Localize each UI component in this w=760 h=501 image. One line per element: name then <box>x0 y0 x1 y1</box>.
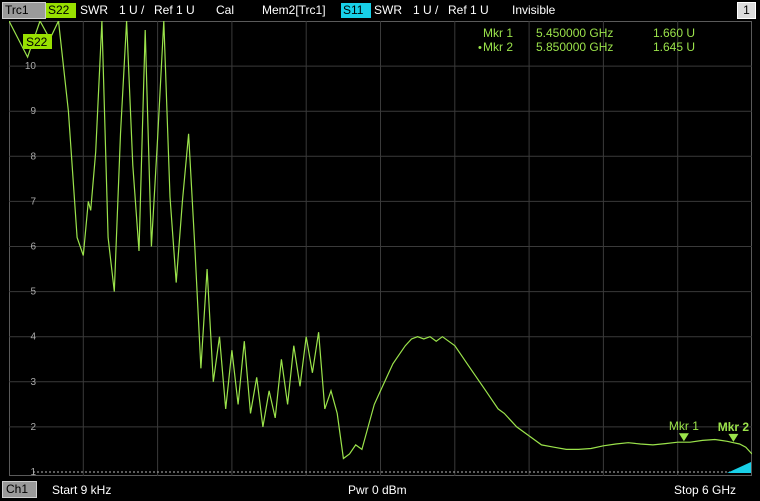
window-number-badge[interactable]: 1 <box>737 2 756 19</box>
y-tick-label: 8 <box>30 151 36 162</box>
marker-table-row-1-name: Mkr 1 <box>483 26 513 40</box>
channel-footer-bar: Ch1 Start 9 kHz Pwr 0 dBm Stop 6 GHz <box>0 477 760 501</box>
y-tick-label: 2 <box>30 422 36 433</box>
marker-table-row-2-name: Mkr 2 <box>483 40 513 54</box>
format-label[interactable]: SWR <box>80 4 108 17</box>
ref-label[interactable]: Ref 1 U <box>154 4 195 17</box>
s11-param-badge[interactable]: S11 <box>341 3 371 18</box>
y-tick-label: 3 <box>30 377 36 388</box>
memory-ref-label[interactable]: Ref 1 U <box>448 4 489 17</box>
y-tick-label: 9 <box>30 106 36 117</box>
marker-table: Mkr 1 5.450000 GHz 1.660 U • Mkr 2 5.850… <box>478 26 695 54</box>
marker-1-label[interactable]: Mkr 1 <box>669 419 699 433</box>
marker-table-row-2-prefix: • <box>478 42 482 54</box>
stop-frequency-label[interactable]: Stop 6 GHz <box>674 483 736 497</box>
marker-2-label[interactable]: Mkr 2 <box>718 420 750 434</box>
trace-header-bar: Trc1 S22 SWR 1 U / Ref 1 U Cal Mem2[Trc1… <box>0 0 760 20</box>
power-label[interactable]: Pwr 0 dBm <box>348 483 407 497</box>
marker-table-row-2-freq: 5.850000 GHz <box>536 40 613 54</box>
scale-label[interactable]: 1 U / <box>119 4 144 17</box>
channel-label[interactable]: Ch1 <box>2 481 37 498</box>
trace-badge-label[interactable]: S22 <box>26 35 48 49</box>
swr-chart[interactable]: 12345678910 Mkr 1Mkr 2 S22 Mkr 1 5.45000… <box>9 21 752 476</box>
y-tick-label: 5 <box>30 287 36 298</box>
trace-label[interactable]: Trc1 <box>2 2 46 19</box>
y-tick-label: 10 <box>25 61 37 72</box>
y-tick-label: 7 <box>30 196 36 207</box>
memory-state-label[interactable]: Invisible <box>512 4 555 17</box>
memory-format-label[interactable]: SWR <box>374 4 402 17</box>
y-tick-label: 4 <box>30 332 36 343</box>
memory-scale-label[interactable]: 1 U / <box>413 4 438 17</box>
cal-label[interactable]: Cal <box>216 4 234 17</box>
memory-trace-label[interactable]: Mem2[Trc1] <box>262 4 326 17</box>
marker-table-row-2-value: 1.645 U <box>653 40 695 54</box>
s22-param-badge[interactable]: S22 <box>46 3 76 18</box>
marker-table-row-1-value: 1.660 U <box>653 26 695 40</box>
marker-table-row-1-freq: 5.450000 GHz <box>536 26 613 40</box>
y-tick-label: 6 <box>30 242 36 253</box>
start-frequency-label[interactable]: Start 9 kHz <box>52 483 111 497</box>
